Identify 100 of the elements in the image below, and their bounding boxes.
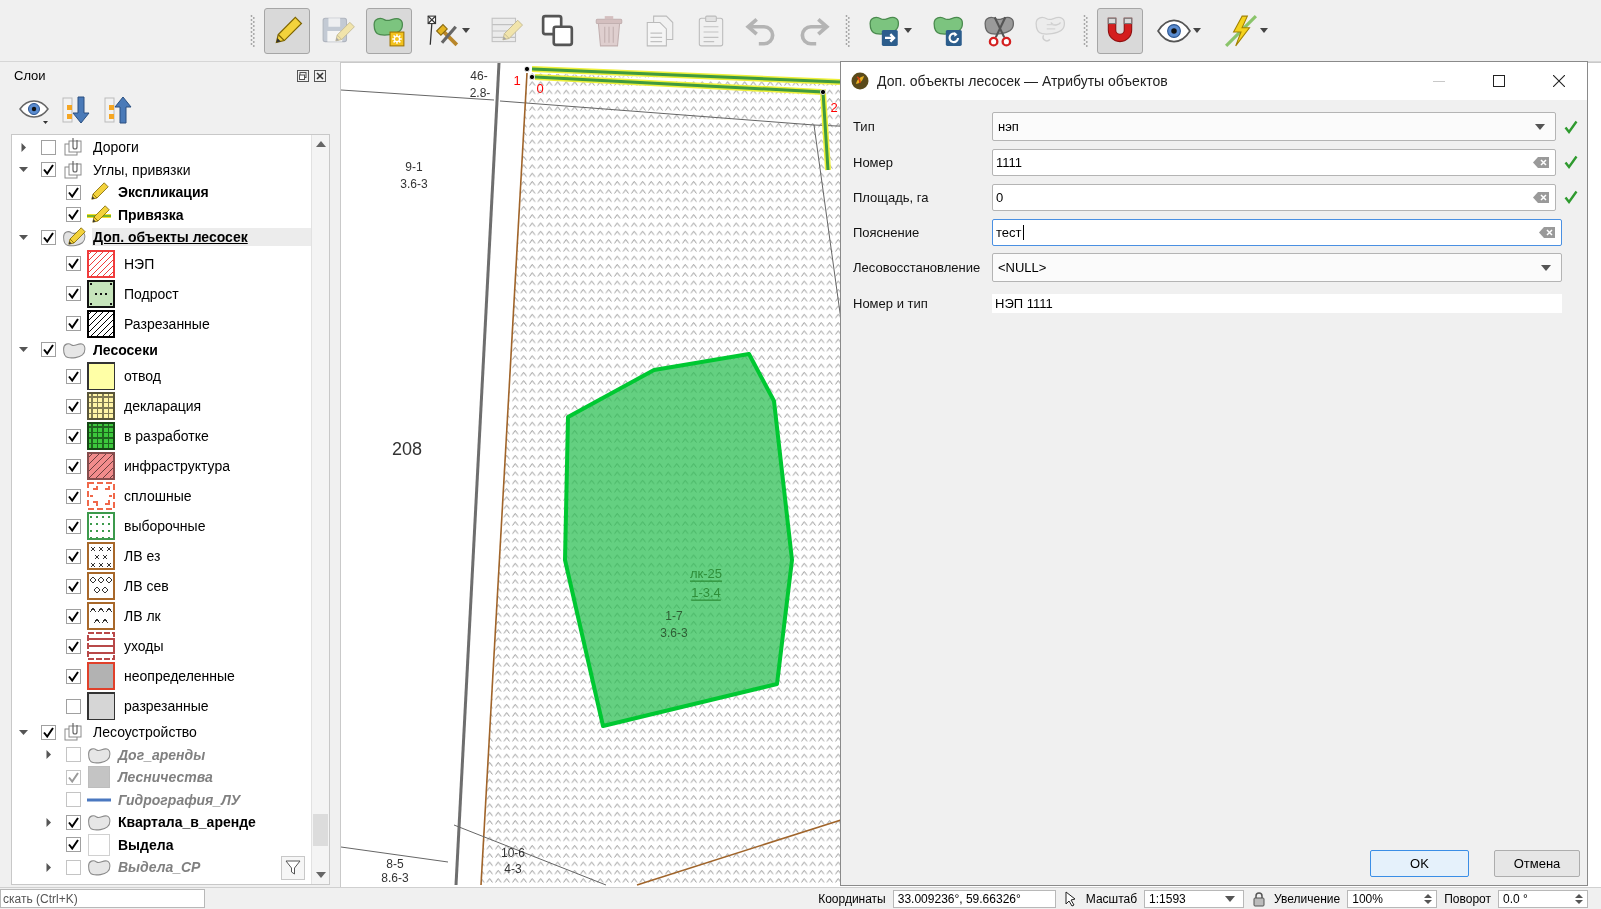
legend-item[interactable]: выборочные [123,517,207,535]
filter-button[interactable] [281,856,305,880]
legend-item[interactable]: декларация [123,397,203,415]
layer-name[interactable]: Углы, привязки [92,160,192,179]
lock-icon[interactable] [1251,890,1268,907]
text-field[interactable]: 0 [992,183,1556,211]
caret-right-icon[interactable] [44,817,53,827]
checkbox[interactable] [66,184,81,200]
checkbox[interactable] [66,368,81,384]
ok-button[interactable]: OK [1370,850,1469,877]
scrollbar[interactable] [311,135,329,884]
spin-box[interactable]: 0.0 ° [1498,889,1588,908]
close-icon[interactable] [1553,75,1565,87]
checkbox[interactable] [41,229,56,245]
legend-item[interactable]: Подрост [123,284,180,303]
clear-icon[interactable] [1533,156,1549,168]
checkbox[interactable] [66,698,81,714]
legend-item[interactable]: ЛВ ез [123,547,162,565]
caret-down-icon[interactable] [19,727,28,737]
cancel-button[interactable]: Отмена [1494,850,1580,877]
dropdown[interactable]: нэп [992,112,1556,141]
lightning-line-icon [1224,13,1258,48]
spin-arrows-icon[interactable] [1424,892,1433,905]
float-icon[interactable] [297,69,309,82]
scroll-thumb[interactable] [313,814,328,846]
layer-name[interactable]: Лесосеки [92,340,159,359]
checkbox[interactable] [66,207,81,223]
clear-icon[interactable] [1533,191,1549,203]
layer-name[interactable]: Привязка [117,205,185,224]
caret-icon[interactable] [1541,264,1551,271]
layer-name[interactable]: Выдела [117,835,175,854]
checkbox[interactable] [66,518,81,534]
checkbox[interactable] [66,428,81,444]
legend-item[interactable]: НЭП [123,254,156,273]
move-down-icon[interactable] [61,94,91,125]
caret-icon[interactable] [904,28,912,33]
checkbox[interactable] [66,286,81,301]
map-label: 8-5 [386,857,404,871]
spin-box[interactable]: 100% [1347,889,1438,908]
snapping-button[interactable] [1097,7,1143,54]
grip-icon[interactable] [845,13,850,48]
caret-down-icon[interactable] [19,165,28,175]
legend-item[interactable]: в разработке [123,427,210,445]
checkbox[interactable] [66,668,81,684]
checkbox[interactable] [66,837,81,853]
layer-name[interactable]: Квартала_в_аренде [117,813,257,832]
caret-down-icon[interactable] [19,232,28,242]
checkbox[interactable] [66,578,81,594]
checkbox[interactable] [41,724,56,740]
caret-icon[interactable] [1535,123,1545,130]
scroll-up-icon[interactable] [315,141,326,147]
caret-icon[interactable] [462,28,470,33]
legend-item[interactable]: отвод [123,367,162,385]
checkbox[interactable] [66,548,81,564]
caret-icon[interactable] [1193,28,1201,33]
legend-item[interactable]: ЛВ сев [123,577,170,595]
checkbox[interactable] [66,398,81,414]
legend-item[interactable]: неопределенные [123,667,236,685]
add-polygon-button[interactable] [366,7,412,54]
scroll-down-icon[interactable] [315,872,326,878]
checkbox[interactable] [66,256,81,271]
text-field[interactable]: 1111 [992,148,1556,176]
legend-item[interactable]: инфраструктура [123,457,231,475]
close-icon[interactable] [314,69,326,82]
dropdown[interactable]: 1:1593 [1144,889,1245,908]
grip-icon[interactable] [250,13,255,48]
move-up-icon[interactable] [103,94,133,125]
checkbox[interactable] [66,814,81,830]
checkbox[interactable] [66,488,81,504]
caret-icon[interactable] [1260,28,1268,33]
layer-name[interactable]: Дороги [92,138,140,157]
checkbox[interactable] [41,139,56,155]
caret-icon[interactable] [1225,895,1236,902]
dropdown[interactable]: <NULL> [992,253,1562,282]
clear-icon[interactable] [1539,226,1555,238]
legend-item[interactable]: разрезанные [123,697,210,715]
checkbox[interactable] [66,638,81,654]
layer-name[interactable]: Лесоустройство [92,723,198,742]
layer-name[interactable]: Экспликация [117,183,210,202]
search-field[interactable]: скать (Ctrl+K) [0,889,205,908]
checkbox[interactable] [41,342,56,358]
vertex-number: 2 [830,99,838,115]
caret-down-icon[interactable] [19,345,28,355]
text-field[interactable]: тест [992,218,1562,246]
maximize-icon[interactable] [1493,75,1505,87]
legend-item[interactable]: сплошные [123,487,193,505]
text-field[interactable]: 33.009236°, 59.66326° [892,889,1056,908]
checkbox[interactable] [41,162,56,178]
map-label: 1-7 [665,609,683,623]
caret-right-icon[interactable] [19,142,28,152]
legend-item[interactable]: Разрезанные [123,314,211,333]
grip-icon[interactable] [1083,13,1088,48]
layer-name[interactable]: Доп. объекты лесосек [92,228,311,247]
legend-item[interactable]: ЛВ лк [123,607,162,625]
checkbox[interactable] [66,316,81,331]
checkbox[interactable] [66,608,81,624]
spin-arrows-icon[interactable] [1575,892,1583,905]
legend-item[interactable]: уходы [123,637,165,655]
checkbox[interactable] [66,458,81,474]
editing-toggle-button[interactable] [264,7,310,54]
